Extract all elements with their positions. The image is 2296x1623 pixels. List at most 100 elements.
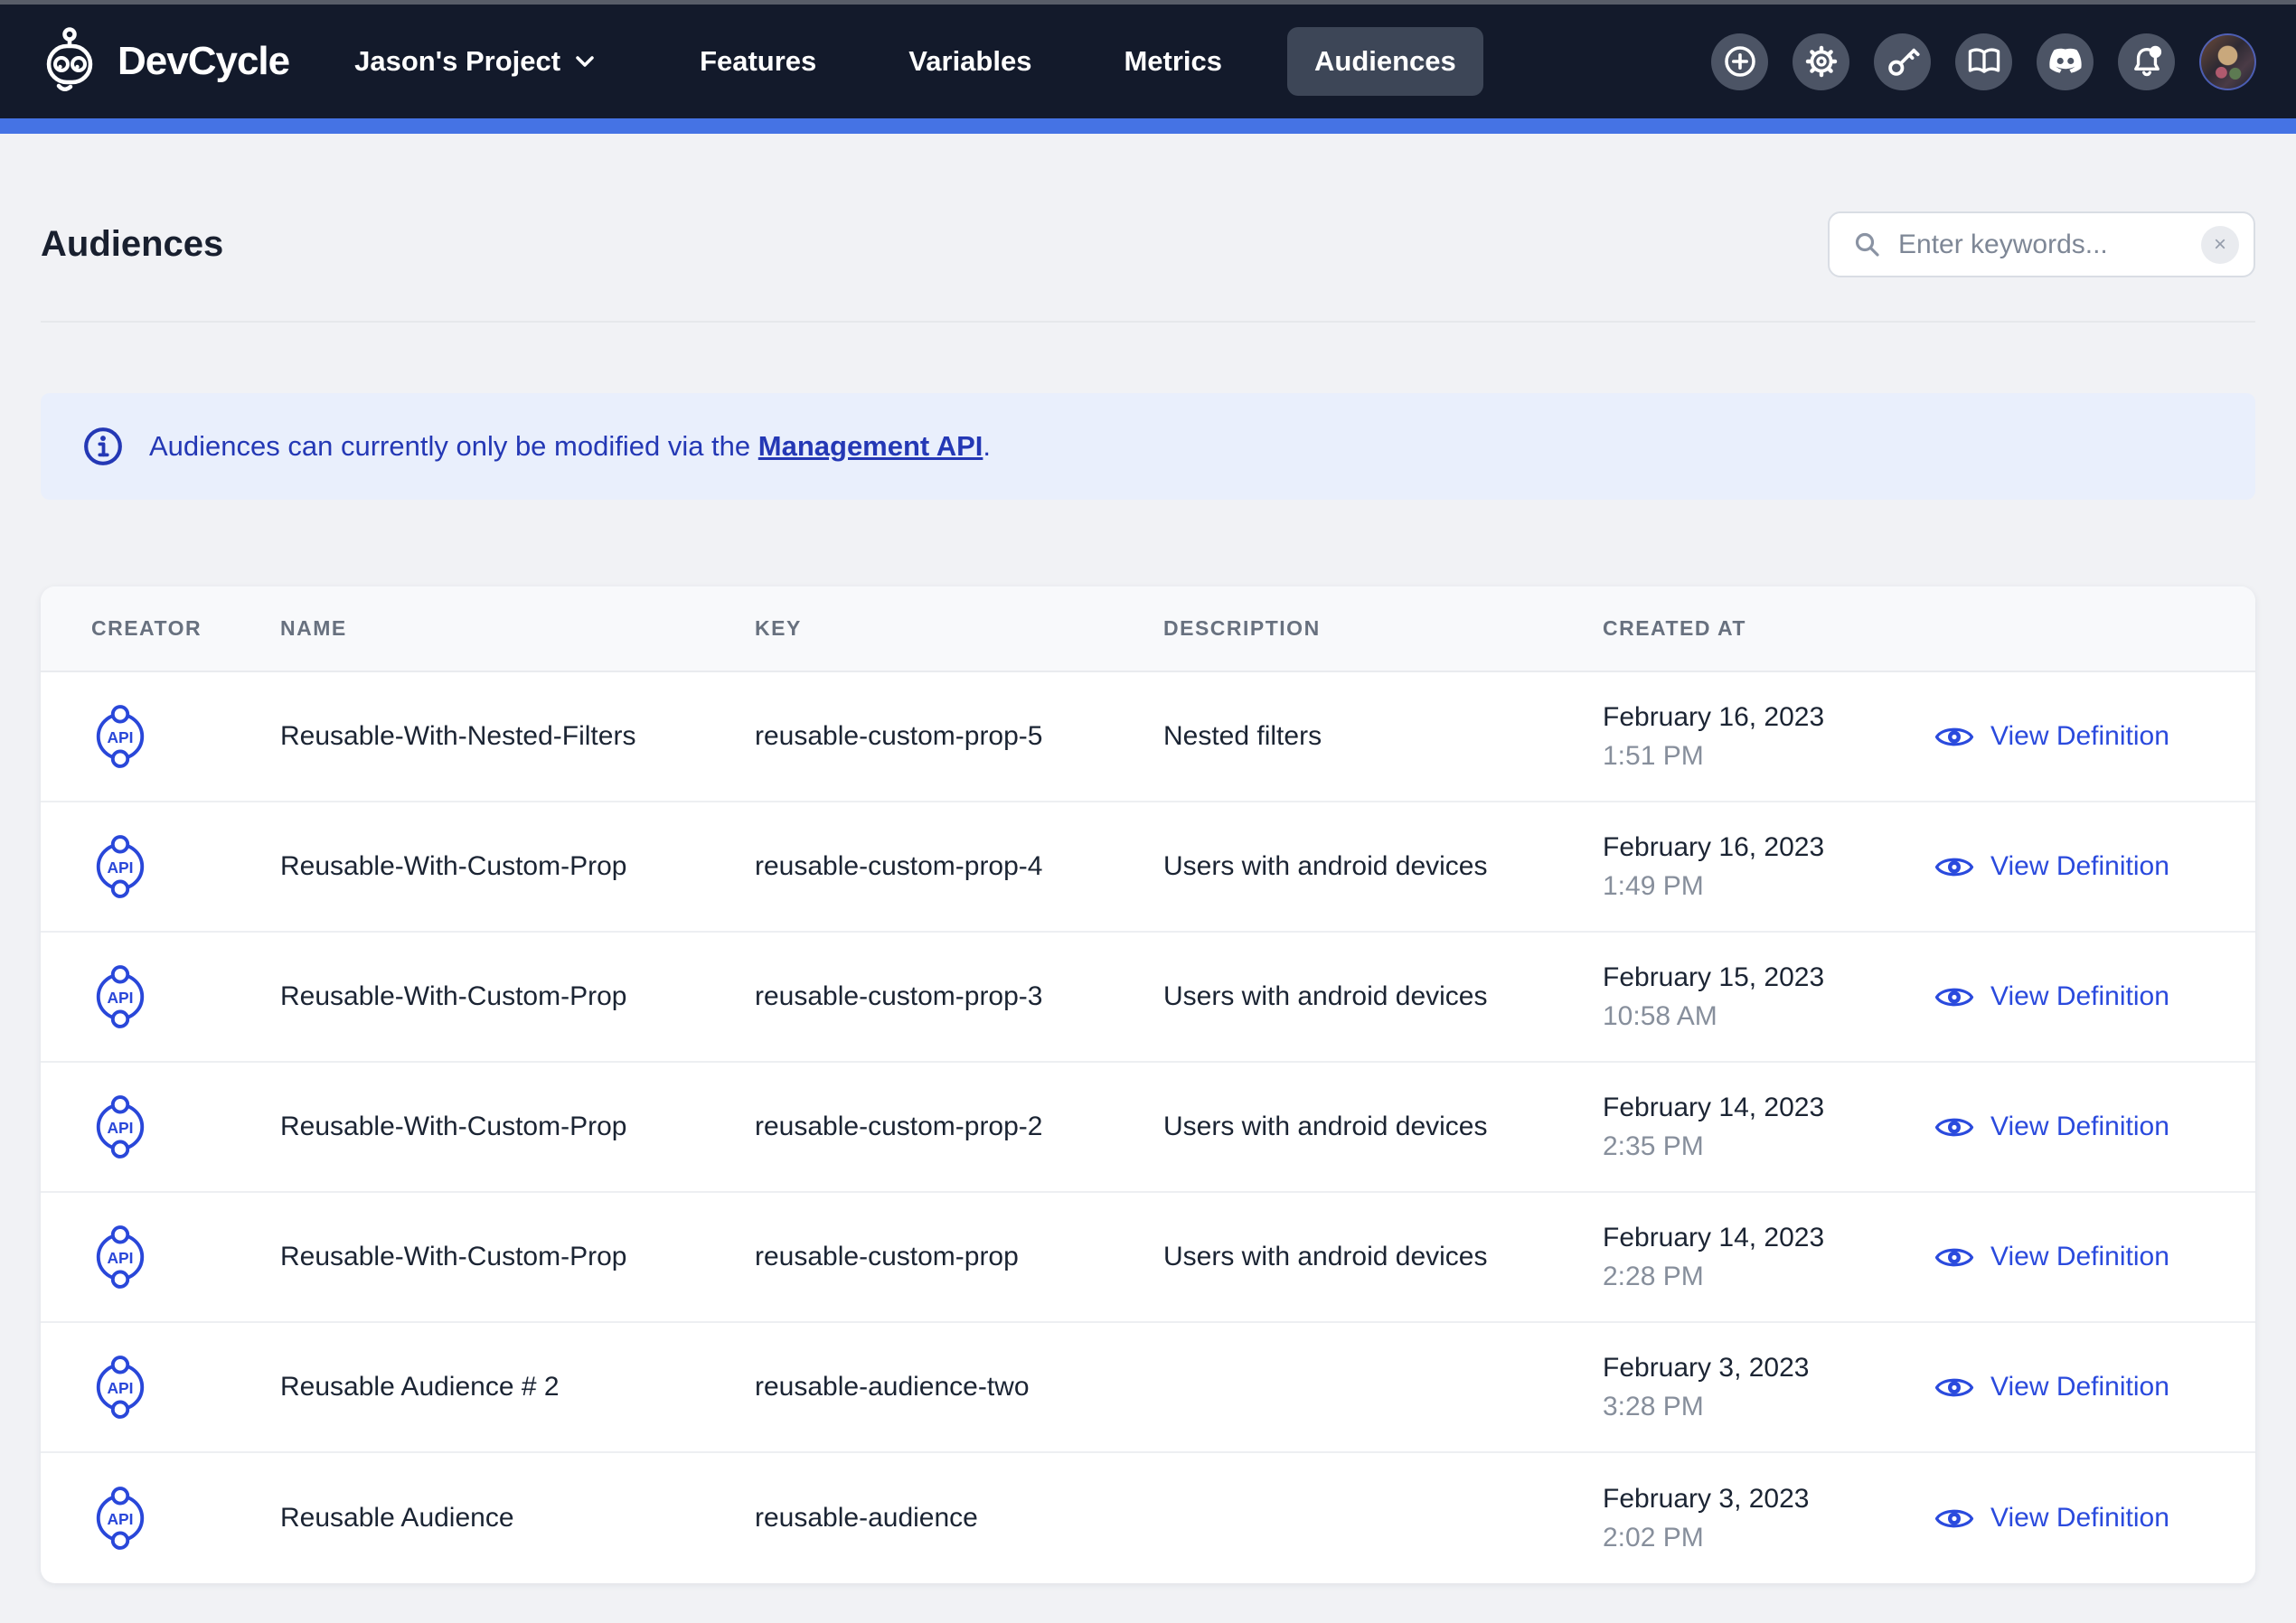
search-box: × [1828,211,2255,277]
audience-name: Reusable-With-Custom-Prop [280,981,755,1012]
view-definition-link[interactable]: View Definition [1934,721,2255,752]
created-date: February 3, 2023 [1603,1484,1934,1515]
column-header-key: Key [755,616,1163,641]
close-icon: × [2214,232,2226,258]
actions-cell: View Definition [1934,1242,2255,1272]
view-definition-link[interactable]: View Definition [1934,981,2255,1012]
audience-key: reusable-custom-prop-4 [755,851,1163,882]
info-icon [82,426,124,467]
audience-description: Users with android devices [1163,981,1603,1012]
book-icon [1966,43,2002,80]
creator-cell: API [41,1092,280,1162]
svg-text:API: API [107,728,133,746]
created-at-cell: February 14, 2023 2:28 PM [1603,1223,1934,1292]
created-at-cell: February 16, 2023 1:51 PM [1603,702,1934,772]
create-button[interactable] [1711,33,1768,90]
view-definition-label: View Definition [1990,1112,2169,1142]
eye-icon [1934,1243,1974,1272]
notifications-button[interactable] [2118,33,2175,90]
creator-cell: API [41,1222,280,1292]
navbar: DevCycle Jason's Project Features Variab… [0,5,2296,118]
search-input[interactable] [1898,230,2185,260]
chevron-down-icon [575,55,595,68]
audience-name: Reusable-With-Custom-Prop [280,851,755,882]
created-at-cell: February 16, 2023 1:49 PM [1603,832,1934,902]
created-time: 3:28 PM [1603,1392,1934,1422]
eye-icon [1934,1373,1974,1403]
svg-text:API: API [107,1510,133,1528]
table-row: API Reusable-With-Custom-Prop reusable-c… [41,933,2255,1063]
audiences-table: Creator Name Key Description Created At … [41,586,2255,1583]
api-keys-button[interactable] [1874,33,1931,90]
discord-button[interactable] [2037,33,2094,90]
view-definition-link[interactable]: View Definition [1934,1503,2255,1534]
nav-item-audiences[interactable]: Audiences [1287,27,1483,96]
project-selector-label: Jason's Project [354,45,560,78]
audience-key: reusable-audience-two [755,1372,1163,1403]
audience-key: reusable-custom-prop-2 [755,1112,1163,1142]
audience-name: Reusable-With-Custom-Prop [280,1242,755,1272]
svg-text:API: API [107,1119,133,1137]
project-selector[interactable]: Jason's Project [354,45,595,78]
created-time: 2:02 PM [1603,1523,1934,1553]
audience-name: Reusable-With-Nested-Filters [280,721,755,752]
audience-name: Reusable Audience [280,1503,755,1534]
view-definition-label: View Definition [1990,981,2169,1012]
nav-item-features[interactable]: Features [673,27,843,96]
table-header-row: Creator Name Key Description Created At [41,586,2255,672]
api-creator-icon: API [91,701,149,772]
view-definition-label: View Definition [1990,851,2169,882]
brand-logo[interactable]: DevCycle [40,26,289,97]
svg-text:API: API [107,989,133,1007]
table-body: API Reusable-With-Nested-Filters reusabl… [41,672,2255,1583]
view-definition-link[interactable]: View Definition [1934,1112,2255,1142]
created-at-cell: February 14, 2023 2:35 PM [1603,1093,1934,1162]
docs-button[interactable] [1955,33,2012,90]
column-header-description: Description [1163,616,1603,641]
table-row: API Reusable-With-Custom-Prop reusable-c… [41,802,2255,933]
view-definition-link[interactable]: View Definition [1934,1372,2255,1403]
creator-cell: API [41,1483,280,1553]
settings-button[interactable] [1793,33,1849,90]
nav-item-metrics[interactable]: Metrics [1096,27,1249,96]
management-api-link[interactable]: Management API [758,430,983,462]
audience-key: reusable-custom-prop-3 [755,981,1163,1012]
created-at-cell: February 3, 2023 3:28 PM [1603,1353,1934,1422]
actions-cell: View Definition [1934,1372,2255,1403]
banner-text: Audiences can currently only be modified… [149,430,991,463]
avatar[interactable] [2199,33,2256,90]
view-definition-label: View Definition [1990,1242,2169,1272]
table-row: API Reusable-With-Custom-Prop reusable-c… [41,1063,2255,1193]
table-row: API Reusable Audience # 2 reusable-audie… [41,1323,2255,1453]
search-clear-button[interactable]: × [2201,226,2239,264]
key-icon [1885,43,1921,80]
brand-name: DevCycle [118,39,289,84]
view-definition-link[interactable]: View Definition [1934,851,2255,882]
svg-text:API: API [107,1379,133,1397]
eye-icon [1934,852,1974,882]
creator-cell: API [41,962,280,1032]
view-definition-label: View Definition [1990,1372,2169,1403]
api-creator-icon: API [91,1352,149,1422]
actions-cell: View Definition [1934,1112,2255,1142]
api-creator-icon: API [91,962,149,1032]
view-definition-link[interactable]: View Definition [1934,1242,2255,1272]
created-date: February 14, 2023 [1603,1223,1934,1253]
gear-icon [1803,43,1840,80]
api-creator-icon: API [91,831,149,902]
audience-description: Users with android devices [1163,851,1603,882]
created-time: 1:51 PM [1603,741,1934,772]
navbar-actions [1711,33,2256,90]
created-date: February 3, 2023 [1603,1353,1934,1384]
audience-key: reusable-custom-prop-5 [755,721,1163,752]
created-time: 1:49 PM [1603,871,1934,902]
accent-strip [0,118,2296,134]
primary-nav: Features Variables Metrics Audiences [673,27,1521,96]
page-content: Audiences × Audiences can curren [0,134,2296,1583]
column-header-created-at: Created At [1603,616,1934,641]
actions-cell: View Definition [1934,1503,2255,1534]
svg-text:API: API [107,1249,133,1267]
nav-item-variables[interactable]: Variables [881,27,1059,96]
devcycle-robot-icon [40,26,99,97]
view-definition-label: View Definition [1990,721,2169,752]
